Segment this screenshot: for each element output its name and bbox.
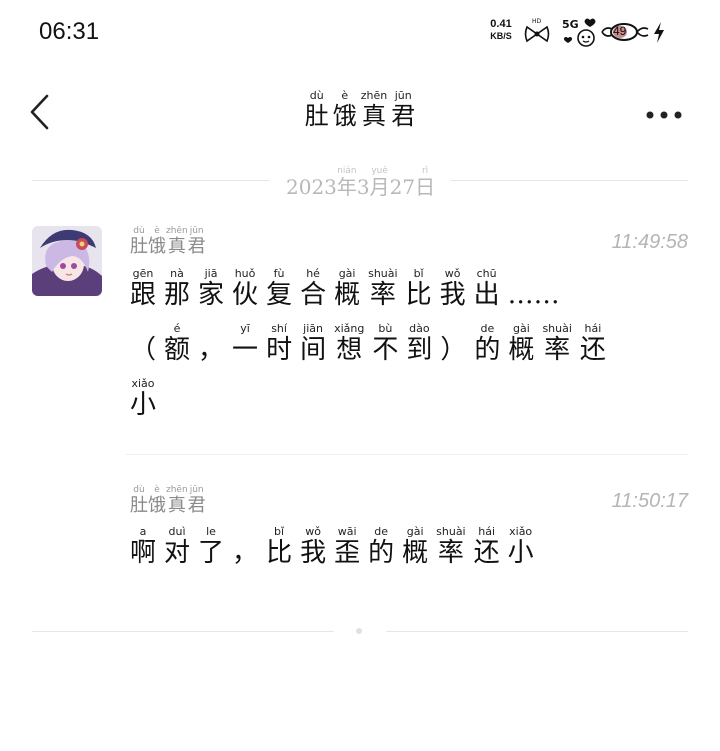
- status-bar: 06:31 0.41 KB/S HD 5G 49: [0, 0, 720, 64]
- title-char: 真zhēn: [360, 89, 388, 130]
- message-text-line: 小xiǎo: [130, 377, 157, 420]
- avatar-image: [32, 226, 102, 296]
- network-speed-unit: KB/S: [490, 31, 512, 41]
- chat-header: 肚dù饿è真zhēn君jūn: [0, 80, 720, 144]
- date-label: 2023年nián3月yuè27日rì: [286, 166, 436, 199]
- avatar[interactable]: [32, 226, 102, 296]
- message-time: 11:49:58: [611, 231, 688, 253]
- end-divider-dot: [356, 628, 362, 634]
- more-dots-icon: [646, 111, 682, 119]
- battery-level: 49: [613, 24, 627, 38]
- title-char: 肚dù: [304, 89, 329, 130]
- hd-label: HD: [532, 18, 542, 25]
- network-speed: 0.41 KB/S: [484, 18, 518, 42]
- divider-line-left: [32, 180, 270, 181]
- divider-line-right: [450, 180, 688, 181]
- message-text-line: 跟gēn那nà家jiā伙huǒ复fù合hé概gài率shuài比bǐ我wǒ出ch…: [130, 267, 560, 310]
- hd-bow-icon: HD: [523, 16, 551, 50]
- message-text-line: 啊a对duì了le， 比bǐ我wǒ歪wāi的de概gài率shuài还hái小xi…: [130, 525, 534, 568]
- message-sender: 肚dù饿è真zhēn君jūn: [130, 485, 206, 516]
- title-char: 君jūn: [391, 89, 416, 130]
- message-text-line: （额é， 一yī时shí间jiān想xiǎng不bù到dào） 的de概gài率sh…: [130, 322, 606, 365]
- network-speed-value: 0.41: [490, 18, 512, 30]
- signal-5g-icon: 5G: [560, 16, 600, 52]
- message-separator: [126, 454, 688, 455]
- date-divider: 2023年nián3月yuè27日rì: [32, 164, 688, 199]
- title-char: 饿è: [332, 89, 357, 130]
- end-divider-left: [32, 631, 334, 632]
- more-options-button[interactable]: [645, 106, 685, 125]
- chat-title: 肚dù饿è真zhēn君jūn: [0, 89, 720, 131]
- end-divider-right: [386, 631, 688, 632]
- signal-label: 5G: [562, 18, 579, 31]
- message-time: 11:50:17: [611, 490, 688, 512]
- status-time: 06:31: [39, 18, 100, 45]
- charging-icon: [652, 16, 666, 50]
- message-sender: 肚dù饿è真zhēn君jūn: [130, 226, 206, 257]
